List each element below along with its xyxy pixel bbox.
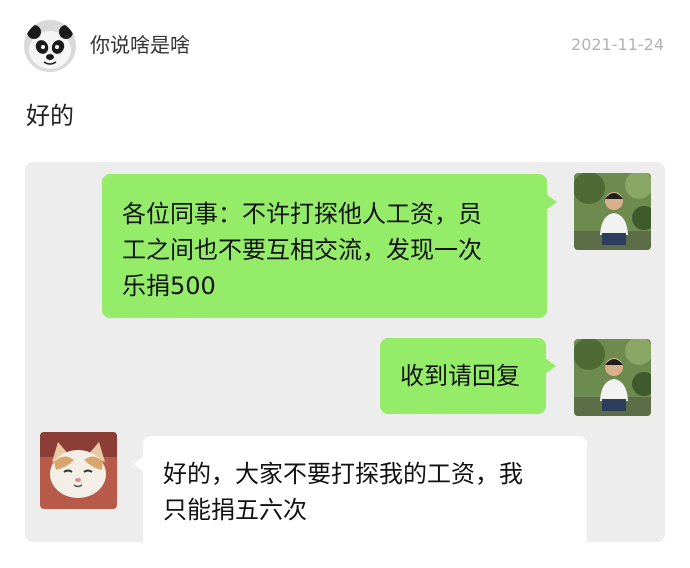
chat-bubble-announcement: 各位同事：不许打探他人工资，员 工之间也不要互相交流，发现一次 乐捐500 <box>102 174 557 318</box>
message-line: 工之间也不要互相交流，发现一次 <box>122 236 482 264</box>
cat-avatar <box>40 432 117 509</box>
message-line: 收到请回复 <box>400 362 520 390</box>
post-date: 2021-11-24 <box>571 35 664 54</box>
boss-photo-avatar <box>574 339 651 416</box>
message-line: 好的，大家不要打探我的工资，我 <box>163 460 523 488</box>
message-line: 各位同事：不许打探他人工资，员 <box>122 200 482 228</box>
chat-screenshot-image[interactable]: 各位同事：不许打探他人工资，员 工之间也不要互相交流，发现一次 乐捐500 收到… <box>25 162 665 542</box>
weibo-post: 你说啥是啥 2021-11-24 好的 各位同事：不许打探他人工资，员 工之间也… <box>0 0 690 568</box>
message-line: 乐捐500 <box>122 272 216 300</box>
panda-avatar[interactable] <box>24 20 76 72</box>
chat-bubble-response: 好的，大家不要打探我的工资，我 只能捐五六次 <box>133 436 587 542</box>
chat-bubble-reply-request: 收到请回复 <box>380 338 556 414</box>
message-line: 只能捐五六次 <box>163 496 307 524</box>
post-text: 好的 <box>26 102 74 130</box>
post-username[interactable]: 你说啥是啥 <box>90 33 190 57</box>
boss-photo-avatar <box>574 173 651 250</box>
